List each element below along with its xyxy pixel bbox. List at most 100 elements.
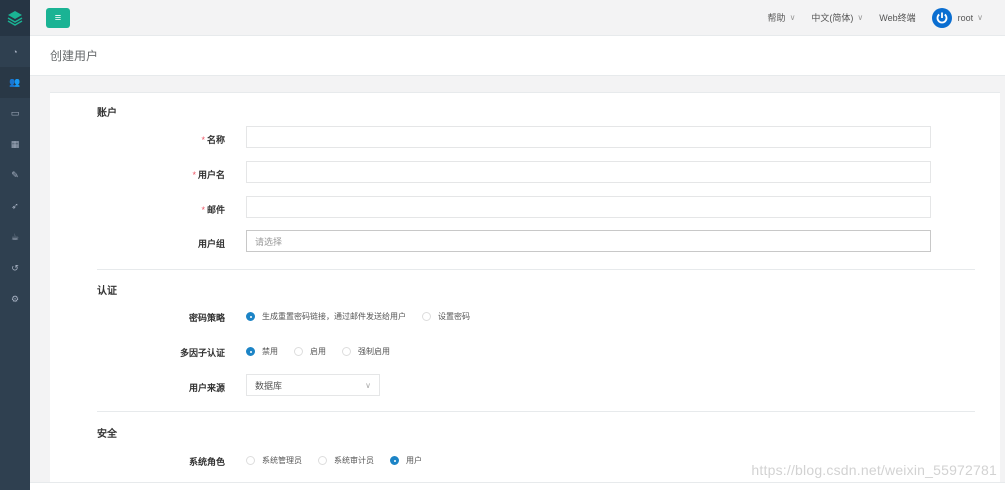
- rocket-icon: ➶: [11, 201, 19, 211]
- section-title-account: 账户: [97, 108, 117, 119]
- group-label-text: 用户组: [197, 239, 225, 249]
- radio-mfa-disabled[interactable]: 禁用: [246, 346, 278, 357]
- source-label-text: 用户来源: [188, 383, 225, 393]
- name-input[interactable]: [246, 126, 931, 148]
- help-menu[interactable]: 帮助 ∨: [768, 11, 796, 24]
- name-label-text: 名称: [206, 135, 225, 145]
- radio-role-admin[interactable]: 系统管理员: [246, 455, 302, 466]
- page-header: 创建用户: [30, 36, 1005, 76]
- password-strategy-label: 密码策略: [189, 311, 225, 324]
- hamburger-icon: ≡: [54, 11, 62, 24]
- radio-password-set[interactable]: 设置密码: [422, 311, 470, 322]
- required-mark: *: [192, 170, 196, 180]
- username-label: root: [957, 12, 974, 23]
- history-icon: ↺: [11, 263, 19, 273]
- username-input[interactable]: [246, 161, 931, 183]
- username-field-label: * 用户名: [192, 168, 225, 181]
- email-label-text: 邮件: [206, 205, 225, 215]
- create-user-form: 账户 * 名称 * 用户名 * 邮件 用户组 请选择 认证 密码策略 生成重置密码链接…: [50, 92, 1000, 482]
- radio-unchecked-icon: [294, 347, 303, 356]
- chevron-down-icon: ∨: [789, 13, 796, 22]
- chevron-down-icon: ∨: [857, 13, 864, 22]
- footer: [30, 482, 1005, 490]
- top-navbar: ≡ 帮助 ∨ 中文(简体) ∨ Web终端 root ∨: [30, 0, 1005, 36]
- username-label-text: 用户名: [197, 170, 225, 180]
- sidebar-item-perms[interactable]: ✎: [0, 160, 30, 191]
- radio-checked-icon: [246, 347, 255, 356]
- logo-layers-icon: [7, 11, 23, 26]
- mfa-label: 多因子认证: [180, 346, 225, 359]
- radio-checked-icon: [246, 312, 255, 321]
- required-mark: *: [201, 205, 205, 215]
- radio-unchecked-icon: [342, 347, 351, 356]
- avatar[interactable]: [931, 7, 952, 28]
- radio-role-user[interactable]: 用户: [390, 455, 422, 466]
- role-radios: 系统管理员 系统审计员 用户: [246, 455, 438, 466]
- role-label-text: 系统角色: [188, 457, 225, 467]
- language-label: 中文(简体): [811, 13, 854, 23]
- radio-unchecked-icon: [246, 456, 255, 465]
- edit-icon: ✎: [11, 170, 19, 180]
- radio-label: 设置密码: [438, 312, 470, 321]
- radio-checked-icon: [390, 456, 399, 465]
- inbox-icon: ▭: [10, 108, 20, 118]
- password-strategy-label-text: 密码策略: [188, 313, 225, 323]
- help-label: 帮助: [767, 13, 786, 23]
- section-title-auth: 认证: [97, 286, 117, 297]
- chevron-down-icon: ∨: [977, 13, 983, 22]
- radio-unchecked-icon: [318, 456, 327, 465]
- radio-label: 系统审计员: [334, 456, 374, 465]
- sidebar-item-settings[interactable]: ⚙: [0, 284, 30, 315]
- radio-mfa-forced[interactable]: 强制启用: [342, 346, 390, 357]
- radio-role-auditor[interactable]: 系统审计员: [318, 455, 374, 466]
- coffee-icon: ☕: [10, 232, 20, 242]
- sidebar-item-jobs[interactable]: ➶: [0, 191, 30, 222]
- grid-icon: ▦: [10, 139, 20, 149]
- logo[interactable]: [0, 0, 30, 36]
- web-terminal-link[interactable]: Web终端: [879, 11, 915, 24]
- password-strategy-radios: 生成重置密码链接，通过邮件发送给用户 设置密码: [246, 311, 486, 322]
- radio-label: 强制启用: [358, 347, 390, 356]
- source-label: 用户来源: [189, 381, 225, 394]
- email-input[interactable]: [246, 196, 931, 218]
- menu-toggle-button[interactable]: ≡: [46, 7, 70, 28]
- divider: [97, 411, 975, 412]
- required-mark: *: [201, 135, 205, 145]
- group-select[interactable]: 请选择: [246, 230, 931, 252]
- dashboard-icon: ◔: [12, 46, 18, 57]
- group-label: 用户组: [198, 237, 225, 250]
- mfa-label-text: 多因子认证: [179, 348, 225, 358]
- radio-label: 禁用: [262, 347, 278, 356]
- language-menu[interactable]: 中文(简体) ∨: [811, 11, 863, 24]
- users-icon: 👥: [9, 77, 21, 87]
- role-label: 系统角色: [189, 455, 225, 468]
- watermark: https://blog.csdn.net/weixin_55972781: [751, 462, 997, 478]
- sidebar-item-users[interactable]: 👥: [0, 67, 30, 98]
- group-placeholder: 请选择: [255, 236, 283, 247]
- source-select[interactable]: 数据库 ∨: [246, 374, 380, 396]
- source-value: 数据库: [255, 380, 283, 391]
- radio-password-email-link[interactable]: 生成重置密码链接，通过邮件发送给用户: [246, 311, 406, 322]
- radio-unchecked-icon: [422, 312, 431, 321]
- gears-icon: ⚙: [10, 294, 20, 304]
- sidebar-item-assets[interactable]: ▭: [0, 98, 30, 129]
- section-title-security: 安全: [97, 429, 117, 440]
- radio-label: 生成重置密码链接，通过邮件发送给用户: [262, 312, 406, 321]
- radio-mfa-enabled[interactable]: 启用: [294, 346, 326, 357]
- sidebar-item-audit[interactable]: ↺: [0, 253, 30, 284]
- radio-label: 系统管理员: [262, 456, 302, 465]
- power-icon: [936, 12, 947, 23]
- email-label: * 邮件: [201, 203, 225, 216]
- page-title: 创建用户: [50, 49, 99, 63]
- sidebar-item-dashboard[interactable]: ◔: [0, 36, 30, 67]
- radio-label: 用户: [406, 456, 422, 465]
- sidebar: ◔ 👥 ▭ ▦ ✎ ➶ ☕ ↺ ⚙: [0, 0, 30, 490]
- divider: [97, 269, 975, 270]
- sidebar-item-apps[interactable]: ▦: [0, 129, 30, 160]
- name-label: * 名称: [201, 133, 225, 146]
- mfa-radios: 禁用 启用 强制启用: [246, 346, 406, 357]
- user-menu[interactable]: root ∨: [958, 13, 983, 23]
- sidebar-item-sessions[interactable]: ☕: [0, 222, 30, 253]
- radio-label: 启用: [310, 347, 326, 356]
- top-right-menu: 帮助 ∨ 中文(简体) ∨ Web终端 root ∨: [752, 7, 1005, 28]
